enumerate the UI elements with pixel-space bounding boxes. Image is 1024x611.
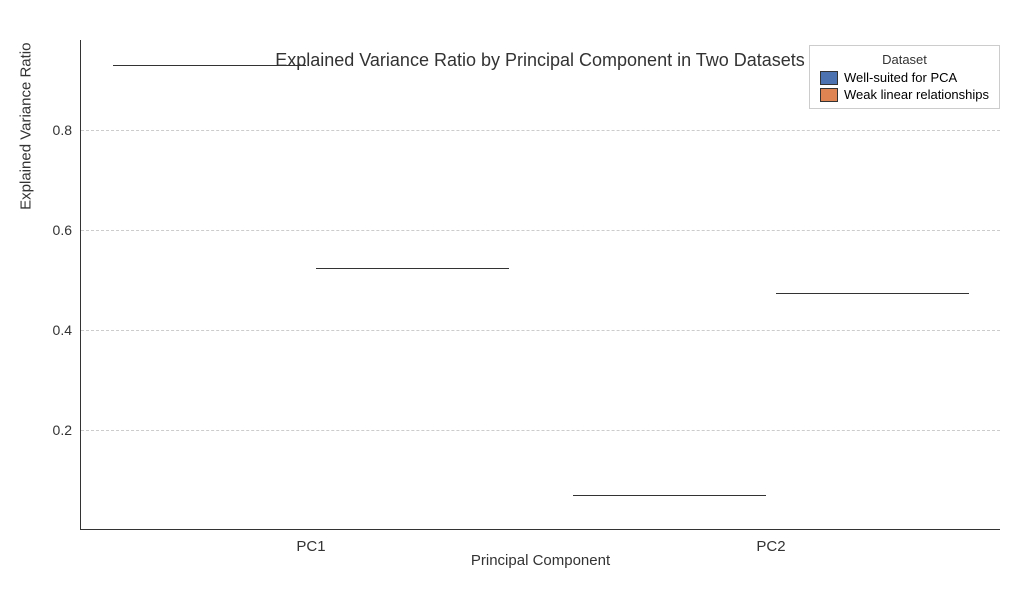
legend-label: Weak linear relationships — [844, 87, 989, 102]
ytick-label: 0.2 — [53, 422, 72, 438]
legend-swatch-icon — [820, 71, 838, 85]
legend-item: Weak linear relationships — [820, 87, 989, 102]
gridline — [81, 230, 1000, 231]
legend-swatch-icon — [820, 88, 838, 102]
ytick-label: 0.4 — [53, 322, 72, 338]
gridline — [81, 330, 1000, 331]
ytick-label: 0.6 — [53, 222, 72, 238]
legend-title: Dataset — [820, 52, 989, 67]
bar-top — [776, 293, 969, 294]
x-axis-label: Principal Component — [81, 552, 1000, 569]
legend-item: Well-suited for PCA — [820, 70, 989, 85]
xtick-label: PC2 — [756, 538, 785, 555]
y-axis-label: Explained Variance Ratio — [18, 43, 35, 210]
plot-area: Explained Variance Ratio Principal Compo… — [80, 40, 1000, 530]
bar-top — [573, 495, 766, 496]
bar-top — [113, 65, 306, 66]
ytick-label: 0.8 — [53, 122, 72, 138]
gridline — [81, 130, 1000, 131]
gridline — [81, 430, 1000, 431]
bar-top — [316, 268, 509, 269]
legend: Dataset Well-suited for PCA Weak linear … — [809, 45, 1000, 109]
legend-label: Well-suited for PCA — [844, 70, 957, 85]
chart-container: Explained Variance Ratio by Principal Co… — [80, 40, 1000, 560]
xtick-label: PC1 — [296, 538, 325, 555]
